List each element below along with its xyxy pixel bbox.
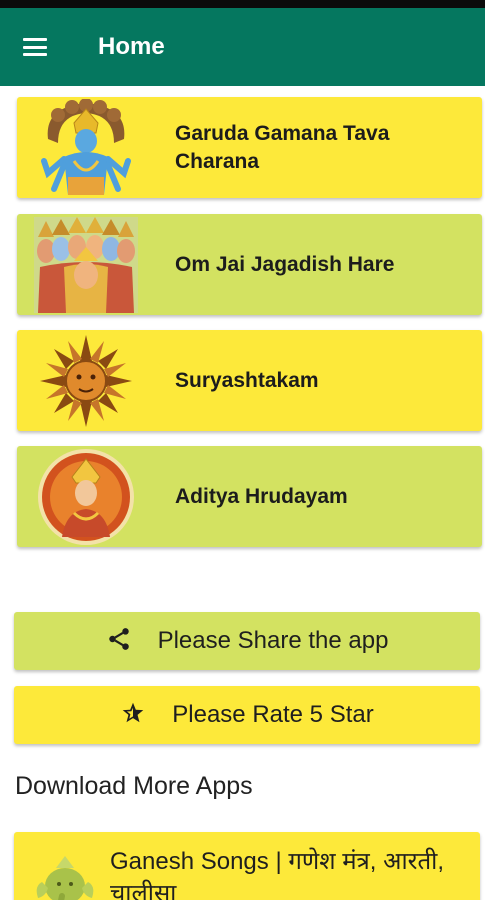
menu-button[interactable]: [0, 8, 86, 86]
rate-app-label: Please Rate 5 Star: [172, 701, 374, 728]
ganesh-idol-image: [32, 852, 98, 900]
share-app-button[interactable]: Please Share the app: [14, 612, 480, 670]
vishwaroop-many-heads-image: [17, 214, 145, 315]
vishnu-with-sheshnag-image: [17, 97, 145, 198]
app-bar: Home: [0, 8, 485, 86]
more-app-name: Ganesh Songs | गणेश मंत्र, आरती, चालीसा: [110, 848, 445, 900]
song-title: Suryashtakam: [175, 368, 319, 392]
share-app-label: Please Share the app: [157, 627, 389, 654]
rate-app-button[interactable]: Please Rate 5 Star: [14, 686, 480, 744]
surya-deity-medallion-image: [17, 446, 145, 547]
star-icon: [120, 700, 146, 731]
sun-face-image: [17, 330, 145, 431]
song-card-garuda-gamana[interactable]: Garuda Gamana Tava Charana: [17, 97, 482, 198]
page-title: Home: [98, 33, 165, 60]
status-bar: [0, 0, 485, 8]
song-title: Garuda Gamana Tava Charana: [175, 121, 390, 173]
more-app-card[interactable]: Ganesh Songs | गणेश मंत्र, आरती, चालीसा: [14, 832, 480, 900]
song-title: Aditya Hrudayam: [175, 484, 348, 508]
share-icon: [106, 626, 132, 657]
song-card-suryashtakam[interactable]: Suryashtakam: [17, 330, 482, 431]
hamburger-menu-icon: [23, 38, 47, 56]
song-card-aditya-hrudayam[interactable]: Aditya Hrudayam: [17, 446, 482, 547]
song-title: Om Jai Jagadish Hare: [175, 252, 395, 276]
more-apps-heading: Download More Apps: [15, 772, 253, 800]
song-card-om-jai-jagadish[interactable]: Om Jai Jagadish Hare: [17, 214, 482, 315]
